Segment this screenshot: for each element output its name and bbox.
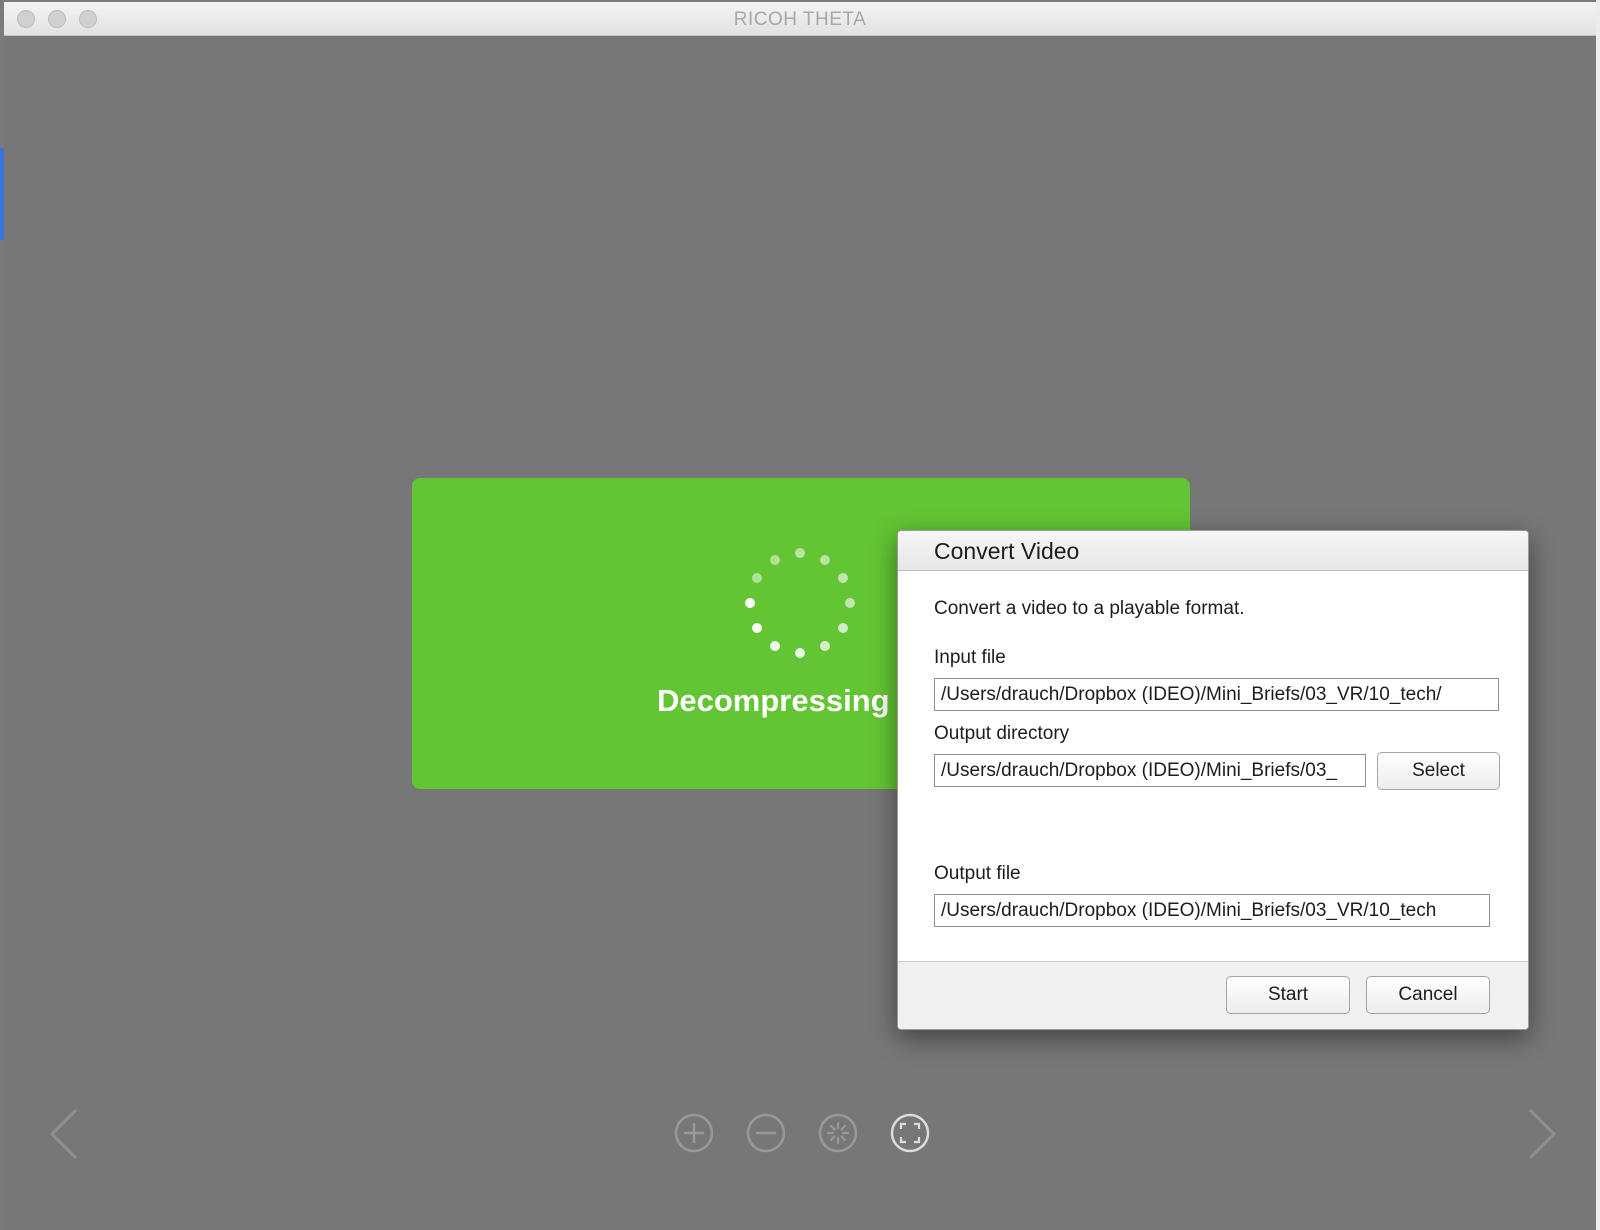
cancel-button[interactable]: Cancel	[1366, 976, 1490, 1014]
window-title: RICOH THETA	[733, 9, 867, 30]
loading-spinner-icon	[745, 548, 855, 658]
reset-view-icon[interactable]	[817, 1112, 859, 1154]
select-button[interactable]: Select	[1377, 752, 1500, 790]
next-arrow-icon[interactable]	[1524, 1106, 1560, 1162]
output-directory-field[interactable]	[934, 754, 1366, 787]
convert-video-dialog: Convert Video Convert a video to a playa…	[897, 530, 1529, 1030]
output-file-field[interactable]	[934, 894, 1490, 927]
start-button[interactable]: Start	[1226, 976, 1350, 1014]
dialog-title-bar[interactable]: Convert Video	[898, 531, 1528, 571]
previous-arrow-icon[interactable]	[46, 1106, 82, 1162]
dialog-description: Convert a video to a playable format.	[934, 598, 1245, 619]
zoom-out-icon[interactable]	[745, 1112, 787, 1154]
dialog-title: Convert Video	[934, 538, 1080, 564]
input-file-field[interactable]	[934, 678, 1499, 711]
dialog-footer: Start Cancel	[898, 961, 1528, 1029]
app-window: RICOH THETA Decompressing Convert Video …	[4, 2, 1596, 1230]
title-bar: RICOH THETA	[4, 2, 1596, 36]
fullscreen-icon[interactable]	[889, 1112, 931, 1154]
output-directory-label: Output directory	[934, 723, 1070, 744]
output-file-label: Output file	[934, 863, 1021, 884]
input-file-label: Input file	[934, 647, 1006, 668]
zoom-in-icon[interactable]	[673, 1112, 715, 1154]
desktop-background	[1596, 0, 1600, 1230]
